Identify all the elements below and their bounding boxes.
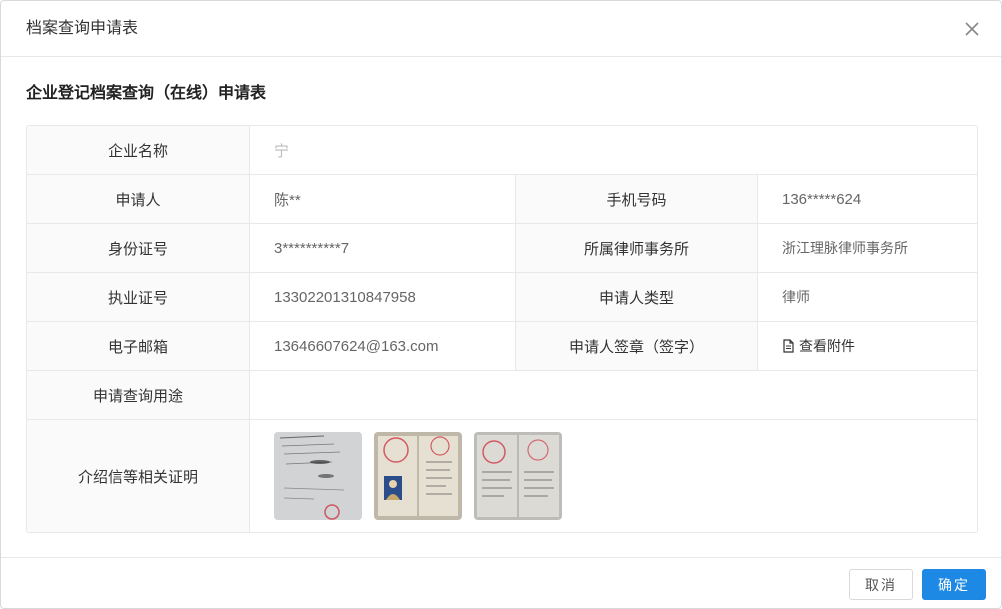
table-row-email: 电子邮箱 13646607624@163.com 申请人签章（签字） 查看附件 xyxy=(27,322,977,371)
application-table: 企业名称 宁 申请人 陈** 手机号码 136*****624 身份证号 3**… xyxy=(26,125,978,533)
law-firm-value: 浙江理脉律师事务所 xyxy=(782,240,908,256)
view-attachment-link[interactable]: 查看附件 xyxy=(782,336,855,356)
table-row-company: 企业名称 宁 xyxy=(27,126,977,175)
email-value: 13646607624@163.com xyxy=(274,337,439,355)
document-thumbnail[interactable] xyxy=(274,432,362,520)
table-row-purpose: 申请查询用途 xyxy=(27,371,977,420)
cancel-button[interactable]: 取消 xyxy=(849,569,913,600)
document-photo-2 xyxy=(374,432,462,520)
company-name-label: 企业名称 xyxy=(27,126,250,174)
id-number-value: 3**********7 xyxy=(274,239,350,257)
dialog-title: 档案查询申请表 xyxy=(26,20,139,37)
document-photo-3 xyxy=(474,432,562,520)
license-number-value: 13302201310847958 xyxy=(274,288,416,306)
applicant-label: 申请人 xyxy=(27,175,250,223)
redaction-overlay xyxy=(290,128,460,174)
dialog-footer: 取消 确定 xyxy=(1,557,1001,608)
license-number-label: 执业证号 xyxy=(27,273,250,321)
phone-value: 136*****624 xyxy=(782,190,862,208)
documents-label: 介绍信等相关证明 xyxy=(27,420,250,532)
email-label: 电子邮箱 xyxy=(27,322,250,370)
company-name-text: 宁 xyxy=(274,142,290,160)
document-thumbnail[interactable] xyxy=(474,432,562,520)
table-row-applicant: 申请人 陈** 手机号码 136*****624 xyxy=(27,175,977,224)
document-thumbnail[interactable] xyxy=(374,432,462,520)
table-row-license: 执业证号 13302201310847958 申请人类型 律师 xyxy=(27,273,977,322)
document-photo-1 xyxy=(274,432,362,520)
application-dialog: 档案查询申请表 企业登记档案查询（在线）申请表 企业名称 宁 申请人 陈** 手… xyxy=(0,0,1002,609)
signature-label: 申请人签章（签字） xyxy=(515,322,758,370)
applicant-type-value: 律师 xyxy=(782,289,810,305)
signature-value: 查看附件 xyxy=(758,322,977,370)
law-firm-label: 所属律师事务所 xyxy=(515,224,758,272)
dialog-header: 档案查询申请表 xyxy=(1,1,1001,57)
redaction-overlay xyxy=(305,176,455,222)
phone-label: 手机号码 xyxy=(515,175,758,223)
table-row-documents: 介绍信等相关证明 xyxy=(27,420,977,532)
form-title: 企业登记档案查询（在线）申请表 xyxy=(26,85,267,102)
document-thumbnails xyxy=(250,420,977,532)
purpose-value xyxy=(250,371,977,419)
close-icon[interactable] xyxy=(963,20,981,38)
confirm-button[interactable]: 确定 xyxy=(922,569,986,600)
id-number-label: 身份证号 xyxy=(27,224,250,272)
file-icon xyxy=(783,339,794,353)
table-row-id: 身份证号 3**********7 所属律师事务所 浙江理脉律师事务所 xyxy=(27,224,977,273)
view-attachment-label: 查看附件 xyxy=(799,338,855,354)
purpose-label: 申请查询用途 xyxy=(27,371,250,419)
applicant-type-label: 申请人类型 xyxy=(515,273,758,321)
